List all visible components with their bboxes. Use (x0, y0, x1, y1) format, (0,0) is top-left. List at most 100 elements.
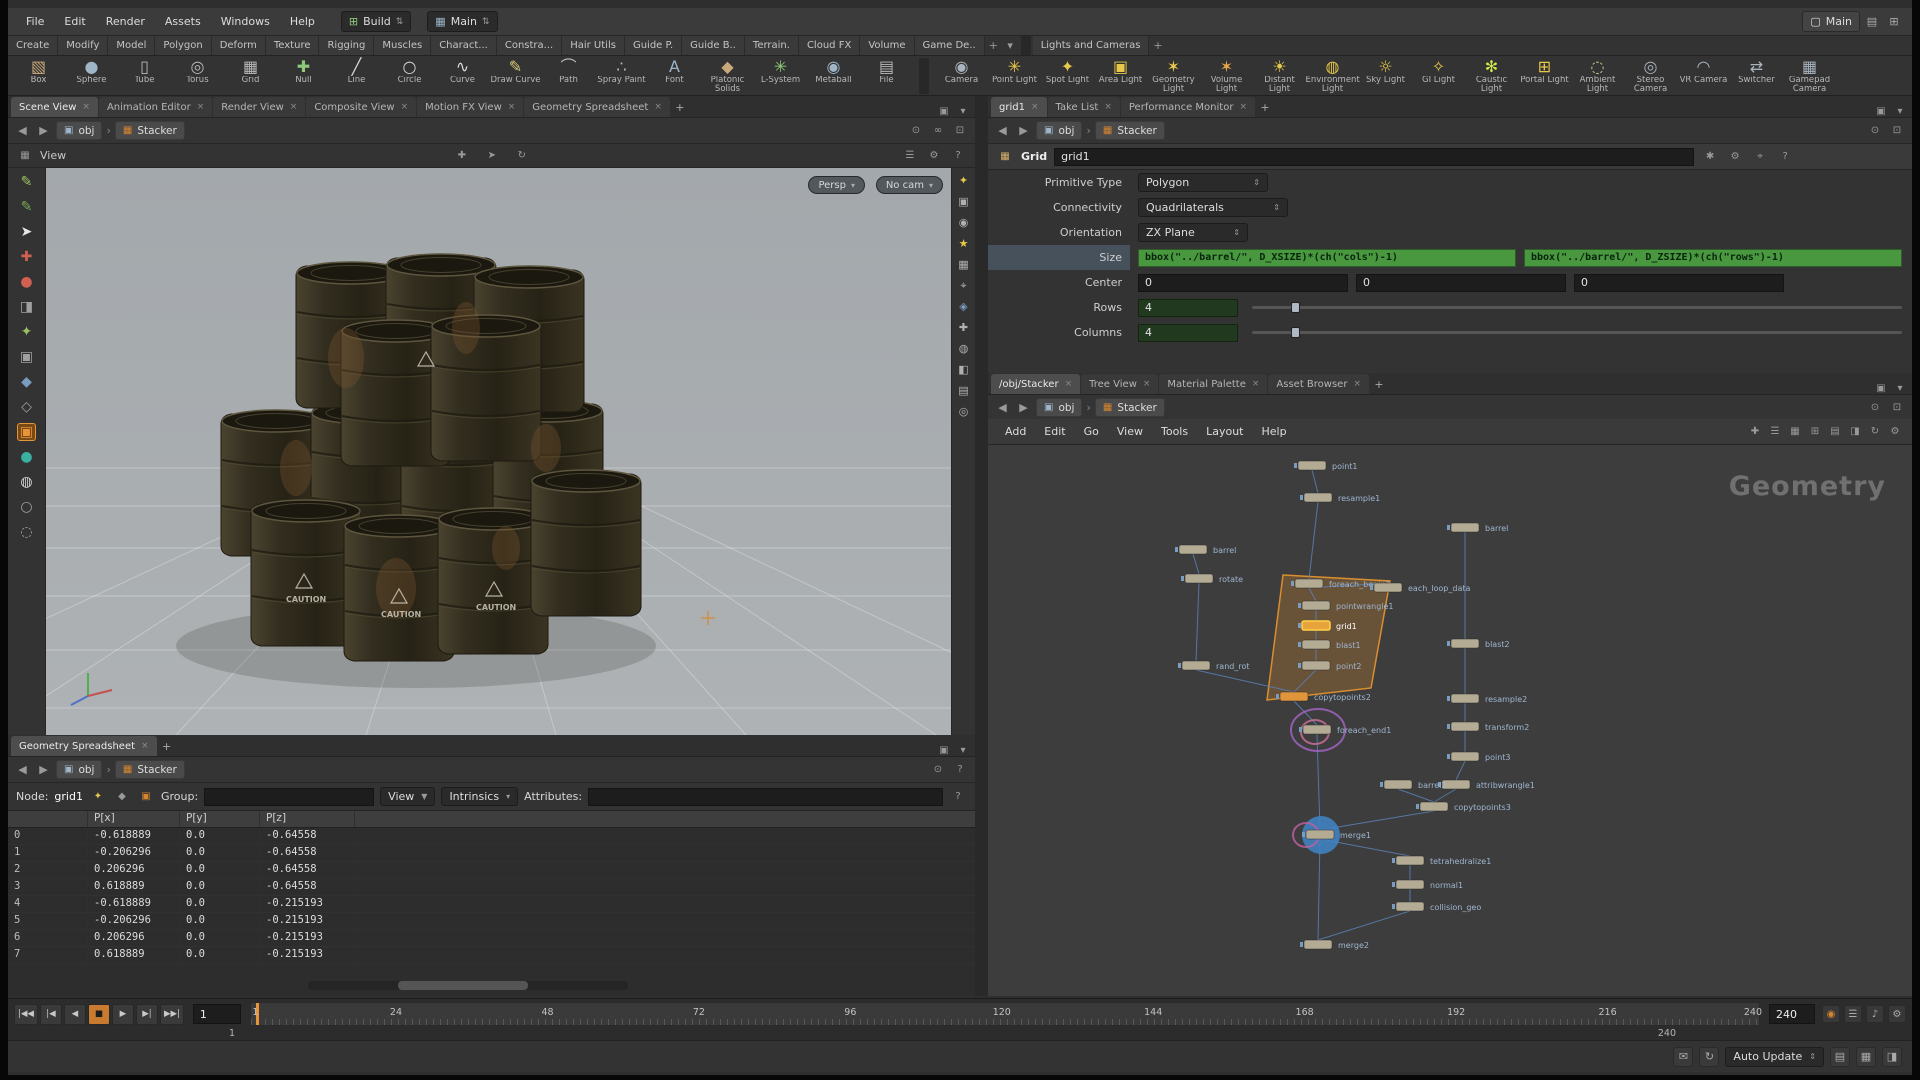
viewport-display-icon[interactable]: ◉ (959, 216, 969, 229)
scrollbar-thumb[interactable] (398, 981, 528, 990)
table-row[interactable]: 5 -0.206296 0.0 -0.215193 (8, 913, 975, 930)
viewport-tool-icon[interactable]: ✚ (21, 249, 33, 265)
network-menu-item[interactable]: Layout (1197, 422, 1252, 441)
display-options-icon[interactable]: ☰ (901, 150, 919, 161)
viewport-tool-icon[interactable]: ● (20, 449, 32, 465)
viewport-display-icon[interactable]: ⌖ (960, 279, 966, 292)
back-icon[interactable]: ◀ (994, 401, 1011, 414)
menu-item[interactable]: Edit (54, 11, 95, 32)
pane-collapse-icon[interactable]: ▾ (1891, 106, 1909, 117)
path-node-chip[interactable]: ▦ Stacker (115, 121, 185, 140)
menu-item[interactable]: File (16, 11, 54, 32)
shelf-tool[interactable]: ◉ Camera (935, 57, 988, 94)
color-palette-icon[interactable]: ◨ (1846, 426, 1864, 437)
table-row[interactable]: 7 0.618889 0.0 -0.215193 (8, 947, 975, 964)
node-wire[interactable] (1434, 789, 1456, 802)
gear-icon[interactable]: ⚙ (1886, 426, 1904, 437)
menu-item[interactable]: Windows (211, 11, 280, 32)
transport-button[interactable]: |◀ (40, 1004, 62, 1025)
pane-menu-icon[interactable]: ▣ (1872, 106, 1890, 117)
size-y-expression[interactable]: bbox("../barrel/", D_ZSIZE)*(ch("rows")-… (1524, 249, 1902, 267)
pane-max-icon[interactable]: ⊡ (951, 125, 969, 136)
viewport-display-icon[interactable]: ★ (959, 237, 969, 250)
auto-update-dropdown[interactable]: Auto Update ⇕ (1725, 1047, 1824, 1067)
viewport-tool-icon[interactable]: ◨ (20, 299, 33, 315)
transport-button[interactable]: ▶ (112, 1004, 134, 1025)
pane-tab[interactable]: Asset Browser × (1268, 374, 1369, 394)
search-icon[interactable]: ⌖ (1751, 151, 1769, 162)
shelf-tool[interactable]: ╱ Line (330, 57, 383, 94)
shelf-tab[interactable]: Constra... (497, 36, 562, 55)
network-node[interactable]: tetrahedralize1 (1392, 856, 1491, 866)
shelf-tab[interactable]: Cloud FX (799, 36, 860, 55)
network-node[interactable]: normal1 (1392, 880, 1463, 890)
transport-button[interactable]: ◀ (64, 1004, 86, 1025)
group-input[interactable] (204, 788, 374, 806)
pane-tab[interactable]: Tree View × (1081, 374, 1158, 394)
transport-button[interactable]: ▶| (136, 1004, 158, 1025)
attributes-input[interactable] (588, 788, 943, 806)
node-wire[interactable] (1193, 554, 1199, 574)
network-menu-item[interactable]: Tools (1152, 422, 1197, 441)
close-tab-icon[interactable]: × (1065, 379, 1073, 389)
shelf-tool[interactable]: ◌ Ambient Light (1571, 57, 1624, 94)
viewport-tool-icon[interactable]: ● (20, 274, 32, 290)
path-root-chip[interactable]: ▣ obj (56, 760, 102, 779)
desktop-selector-right[interactable]: ▢ Main (1802, 11, 1860, 32)
close-tab-icon[interactable]: × (82, 102, 90, 112)
menu-item[interactable]: Assets (155, 11, 211, 32)
connectivity-dropdown[interactable]: Quadrilaterals⇕ (1138, 198, 1288, 217)
pane-menu-icon[interactable]: ▣ (935, 106, 953, 117)
center-y-field[interactable]: 0 (1356, 274, 1566, 292)
shelf-tab[interactable]: Guide P. (625, 36, 682, 55)
pane-tab[interactable]: Composite View × (306, 97, 416, 117)
viewport-tool-icon[interactable]: ◇ (21, 399, 32, 415)
shelf-tool[interactable]: ✚ Null (277, 57, 330, 94)
network-menu-item[interactable]: Help (1253, 422, 1296, 441)
view-dropdown[interactable]: View▼ (380, 787, 435, 806)
column-header[interactable]: P[z] (260, 811, 355, 827)
table-row[interactable]: 2 0.206296 0.0 -0.64558 (8, 862, 975, 879)
viewport-canvas[interactable]: CAUTION CAUTION CAUTION (46, 168, 951, 735)
pane-collapse-icon[interactable]: ▾ (1891, 383, 1909, 394)
back-icon[interactable]: ◀ (994, 124, 1011, 137)
path-root-chip[interactable]: ▣ obj (1036, 398, 1082, 417)
center-x-field[interactable]: 0 (1138, 274, 1348, 292)
shelf-tool[interactable]: ◎ Torus (171, 57, 224, 94)
network-menu-item[interactable]: Go (1075, 422, 1108, 441)
network-node[interactable]: foreach_end1 (1299, 725, 1391, 735)
viewport-display-icon[interactable]: ✦ (959, 174, 968, 187)
tree-list-icon[interactable]: ☰ (1766, 426, 1784, 437)
node-wire[interactable] (1456, 761, 1465, 780)
shelf-tool[interactable]: ☀ Distant Light (1253, 57, 1306, 94)
network-node[interactable]: rotate (1181, 574, 1243, 584)
network-node[interactable]: barrel (1175, 545, 1236, 555)
network-node[interactable]: point2 (1298, 661, 1362, 671)
forward-icon[interactable]: ▶ (1015, 124, 1032, 137)
shelf-tool[interactable]: ▦ Grid (224, 57, 277, 94)
shelf-tool[interactable]: ✶ Volume Light (1200, 57, 1253, 94)
shelf-tool[interactable]: ✧ GI Light (1412, 57, 1465, 94)
shelf-tab[interactable]: Rigging (319, 36, 374, 55)
message-log-icon[interactable]: ✉ (1673, 1047, 1693, 1067)
pane-tab[interactable]: Geometry Spreadsheet × (524, 97, 670, 117)
viewport-tool-icon[interactable]: ▣ (18, 424, 35, 440)
shelf-tool[interactable]: ✦ Spot Light (1041, 57, 1094, 94)
node-wire[interactable] (1317, 734, 1320, 830)
viewport-tool-icon[interactable]: ◌ (20, 524, 32, 540)
table-row[interactable]: 1 -0.206296 0.0 -0.64558 (8, 845, 975, 862)
new-tab-button[interactable]: + (1370, 374, 1388, 394)
network-editor-canvas[interactable]: Geometry point1resample1barrelbarrelrota… (988, 445, 1912, 996)
playback-options-icon[interactable]: ☰ (1844, 1005, 1862, 1023)
close-tab-icon[interactable]: × (1252, 379, 1260, 389)
shelf-tool[interactable]: A Font (648, 57, 701, 94)
size-x-expression[interactable]: bbox("../barrel/", D_XSIZE)*(ch("cols")-… (1138, 249, 1516, 267)
network-menu-item[interactable]: View (1108, 422, 1152, 441)
pane-tab[interactable]: Take List × (1048, 97, 1120, 117)
rows-slider[interactable] (1252, 306, 1902, 309)
interrupt-icon[interactable]: ◨ (1882, 1047, 1902, 1067)
viewport-display-icon[interactable]: ◎ (959, 405, 969, 418)
projection-dropdown[interactable]: Persp▾ (808, 176, 865, 194)
shelf-tab[interactable]: Create (8, 36, 58, 55)
close-tab-icon[interactable]: × (508, 102, 516, 112)
